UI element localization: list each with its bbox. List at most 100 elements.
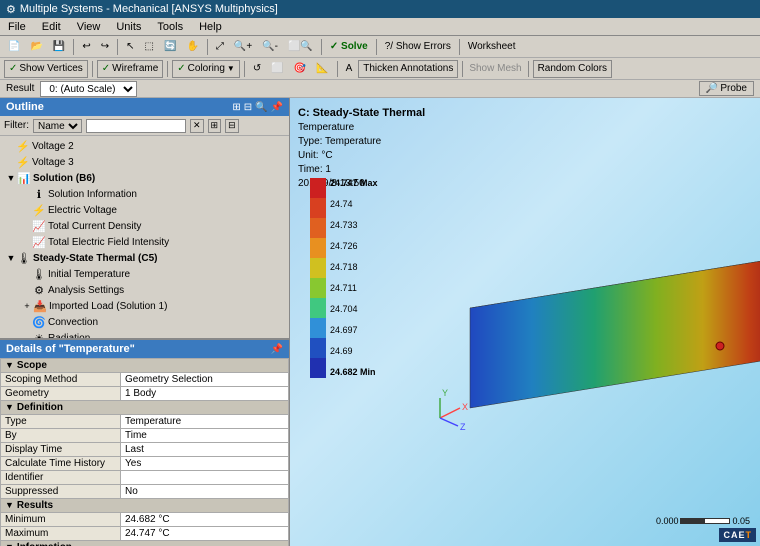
detail-row: Display TimeLast: [1, 443, 289, 457]
solve-btn[interactable]: ✓ Solve: [326, 38, 372, 56]
thicken-annotations-btn[interactable]: Thicken Annotations: [358, 60, 458, 78]
tree-item-9[interactable]: 🌡Initial Temperature: [2, 266, 287, 282]
detail-row: Identifier: [1, 471, 289, 485]
view-btn3[interactable]: 🎯: [290, 60, 310, 78]
detail-value[interactable]: Yes: [121, 457, 289, 471]
detail-value[interactable]: Time: [121, 429, 289, 443]
legend-label-7: 24.697: [330, 325, 378, 336]
section-results[interactable]: ▼Results: [1, 499, 289, 513]
scale-val2: 0.05: [732, 516, 750, 526]
rotate-btn[interactable]: 🔄: [160, 38, 180, 56]
tree-item-4[interactable]: ℹSolution Information: [2, 186, 287, 202]
probe-btn[interactable]: 🔎 Probe: [699, 81, 754, 96]
tree-item-7[interactable]: 📈Total Electric Field Intensity: [2, 234, 287, 250]
tree-item-10[interactable]: ⚙Analysis Settings: [2, 282, 287, 298]
edge-coloring-btn[interactable]: ✓ Coloring ▼: [172, 60, 240, 78]
tree-label-8: Steady-State Thermal (C5): [33, 253, 157, 264]
tree-label-4: Solution Information: [48, 189, 137, 200]
tree-item-11[interactable]: +📥Imported Load (Solution 1): [2, 298, 287, 314]
redo-btn[interactable]: ↪: [97, 38, 113, 56]
toolbar-2: ✓ Show Vertices ✓ Wireframe ✓ Coloring ▼…: [0, 58, 760, 80]
detail-value[interactable]: 1 Body: [121, 387, 289, 401]
viewport[interactable]: C: Steady-State Thermal Temperature Type…: [290, 98, 760, 546]
detail-key: Display Time: [1, 443, 121, 457]
section-information[interactable]: ▼Information: [1, 541, 289, 546]
outline-filter-bar: Filter: Name ✕ ⊞ ⊟: [0, 116, 289, 136]
tree-item-12[interactable]: 🌀Convection: [2, 314, 287, 330]
menu-edit[interactable]: Edit: [38, 20, 65, 34]
expand-icon-11[interactable]: +: [22, 301, 32, 311]
legend-color-5: [310, 278, 326, 298]
undo-btn[interactable]: ↩: [78, 38, 94, 56]
detail-row: Calculate Time HistoryYes: [1, 457, 289, 471]
pan-btn[interactable]: ✋: [182, 38, 202, 56]
tree-label-12: Convection: [48, 317, 98, 328]
tree-label-6: Total Current Density: [48, 221, 141, 232]
tree-item-8[interactable]: ▼🌡Steady-State Thermal (C5): [2, 250, 287, 266]
outline-collapse-btn[interactable]: ⊟: [244, 102, 252, 113]
detail-value[interactable]: No: [121, 485, 289, 499]
tree-item-3[interactable]: ▼📊Solution (B6): [2, 170, 287, 186]
detail-row: Geometry1 Body: [1, 387, 289, 401]
expand-icon-3[interactable]: ▼: [6, 173, 16, 183]
detail-row: Minimum24.682 °C: [1, 513, 289, 527]
scale-line: 0.000 0.05: [656, 516, 750, 526]
view-btn4[interactable]: 📐: [312, 60, 332, 78]
filter-clear-btn[interactable]: ✕: [190, 119, 204, 133]
tree-label-11: Imported Load (Solution 1): [49, 301, 167, 312]
detail-value[interactable]: 24.682 °C: [121, 513, 289, 527]
zoom-box-btn[interactable]: ⬜🔍: [284, 38, 317, 56]
tree-item-6[interactable]: 📈Total Current Density: [2, 218, 287, 234]
tree-icon-7: 📈: [32, 235, 46, 249]
worksheet-btn[interactable]: Worksheet: [464, 38, 520, 56]
filter-collapse-all-btn[interactable]: ⊟: [225, 119, 239, 133]
show-vertices-btn[interactable]: ✓ Show Vertices: [4, 60, 88, 78]
menu-view[interactable]: View: [73, 20, 105, 34]
view-btn2[interactable]: ⬜: [267, 60, 287, 78]
result-dropdown[interactable]: 0: (Auto Scale): [40, 81, 137, 97]
detail-value[interactable]: Geometry Selection: [121, 373, 289, 387]
select-btn[interactable]: ↖: [122, 38, 138, 56]
menu-tools[interactable]: Tools: [153, 20, 187, 34]
tree-item-5[interactable]: ⚡Electric Voltage: [2, 202, 287, 218]
detail-value[interactable]: [121, 471, 289, 485]
color-legend: 24.747 Max24.7424.73324.72624.71824.7112…: [310, 178, 378, 378]
outline-expand-btn[interactable]: ⊞: [232, 102, 240, 113]
menu-file[interactable]: File: [4, 20, 30, 34]
tree-item-2[interactable]: ⚡Voltage 3: [2, 154, 287, 170]
tree-item-1[interactable]: ⚡Voltage 2: [2, 138, 287, 154]
new-btn[interactable]: 📄: [4, 38, 24, 56]
detail-value[interactable]: Last: [121, 443, 289, 457]
menu-units[interactable]: Units: [112, 20, 145, 34]
filter-type-select[interactable]: Name: [33, 119, 82, 133]
svg-text:Y: Y: [442, 388, 448, 398]
outline-pin-btn[interactable]: 📌: [271, 102, 283, 113]
open-btn[interactable]: 📂: [26, 38, 46, 56]
annotation-btn[interactable]: A: [342, 60, 357, 78]
menu-help[interactable]: Help: [195, 20, 226, 34]
zoom-out-btn[interactable]: 🔍-: [258, 38, 282, 56]
filter-input[interactable]: [86, 119, 186, 133]
detail-value[interactable]: Temperature: [121, 415, 289, 429]
filter-expand-all-btn[interactable]: ⊞: [208, 119, 222, 133]
legend-labels: 24.747 Max24.7424.73324.72624.71824.7112…: [330, 178, 378, 378]
tree-item-13[interactable]: ☀Radiation: [2, 330, 287, 338]
zoom-in-btn[interactable]: 🔍+: [230, 38, 256, 56]
zoom-fit-btn[interactable]: ⤢: [212, 38, 228, 56]
dropdown-arrow[interactable]: ▼: [227, 64, 235, 73]
rotate-view-btn[interactable]: ↺: [249, 60, 265, 78]
save-btn[interactable]: 💾: [49, 38, 69, 56]
section-definition[interactable]: ▼Definition: [1, 401, 289, 415]
expand-icon-8[interactable]: ▼: [6, 253, 16, 263]
random-colors-btn[interactable]: Random Colors: [533, 60, 612, 78]
outline-filter-btn[interactable]: 🔍: [255, 102, 267, 113]
show-errors-btn[interactable]: ?/ Show Errors: [381, 38, 455, 56]
detail-row: TypeTemperature: [1, 415, 289, 429]
section-scope[interactable]: ▼Scope: [1, 359, 289, 373]
detail-row: Scoping MethodGeometry Selection: [1, 373, 289, 387]
box-select-btn[interactable]: ⬚: [141, 38, 158, 56]
detail-key: Scoping Method: [1, 373, 121, 387]
details-pin-btn[interactable]: 📌: [271, 344, 283, 355]
wireframe-btn[interactable]: ✓ Wireframe: [97, 60, 164, 78]
detail-value[interactable]: 24.747 °C: [121, 527, 289, 541]
